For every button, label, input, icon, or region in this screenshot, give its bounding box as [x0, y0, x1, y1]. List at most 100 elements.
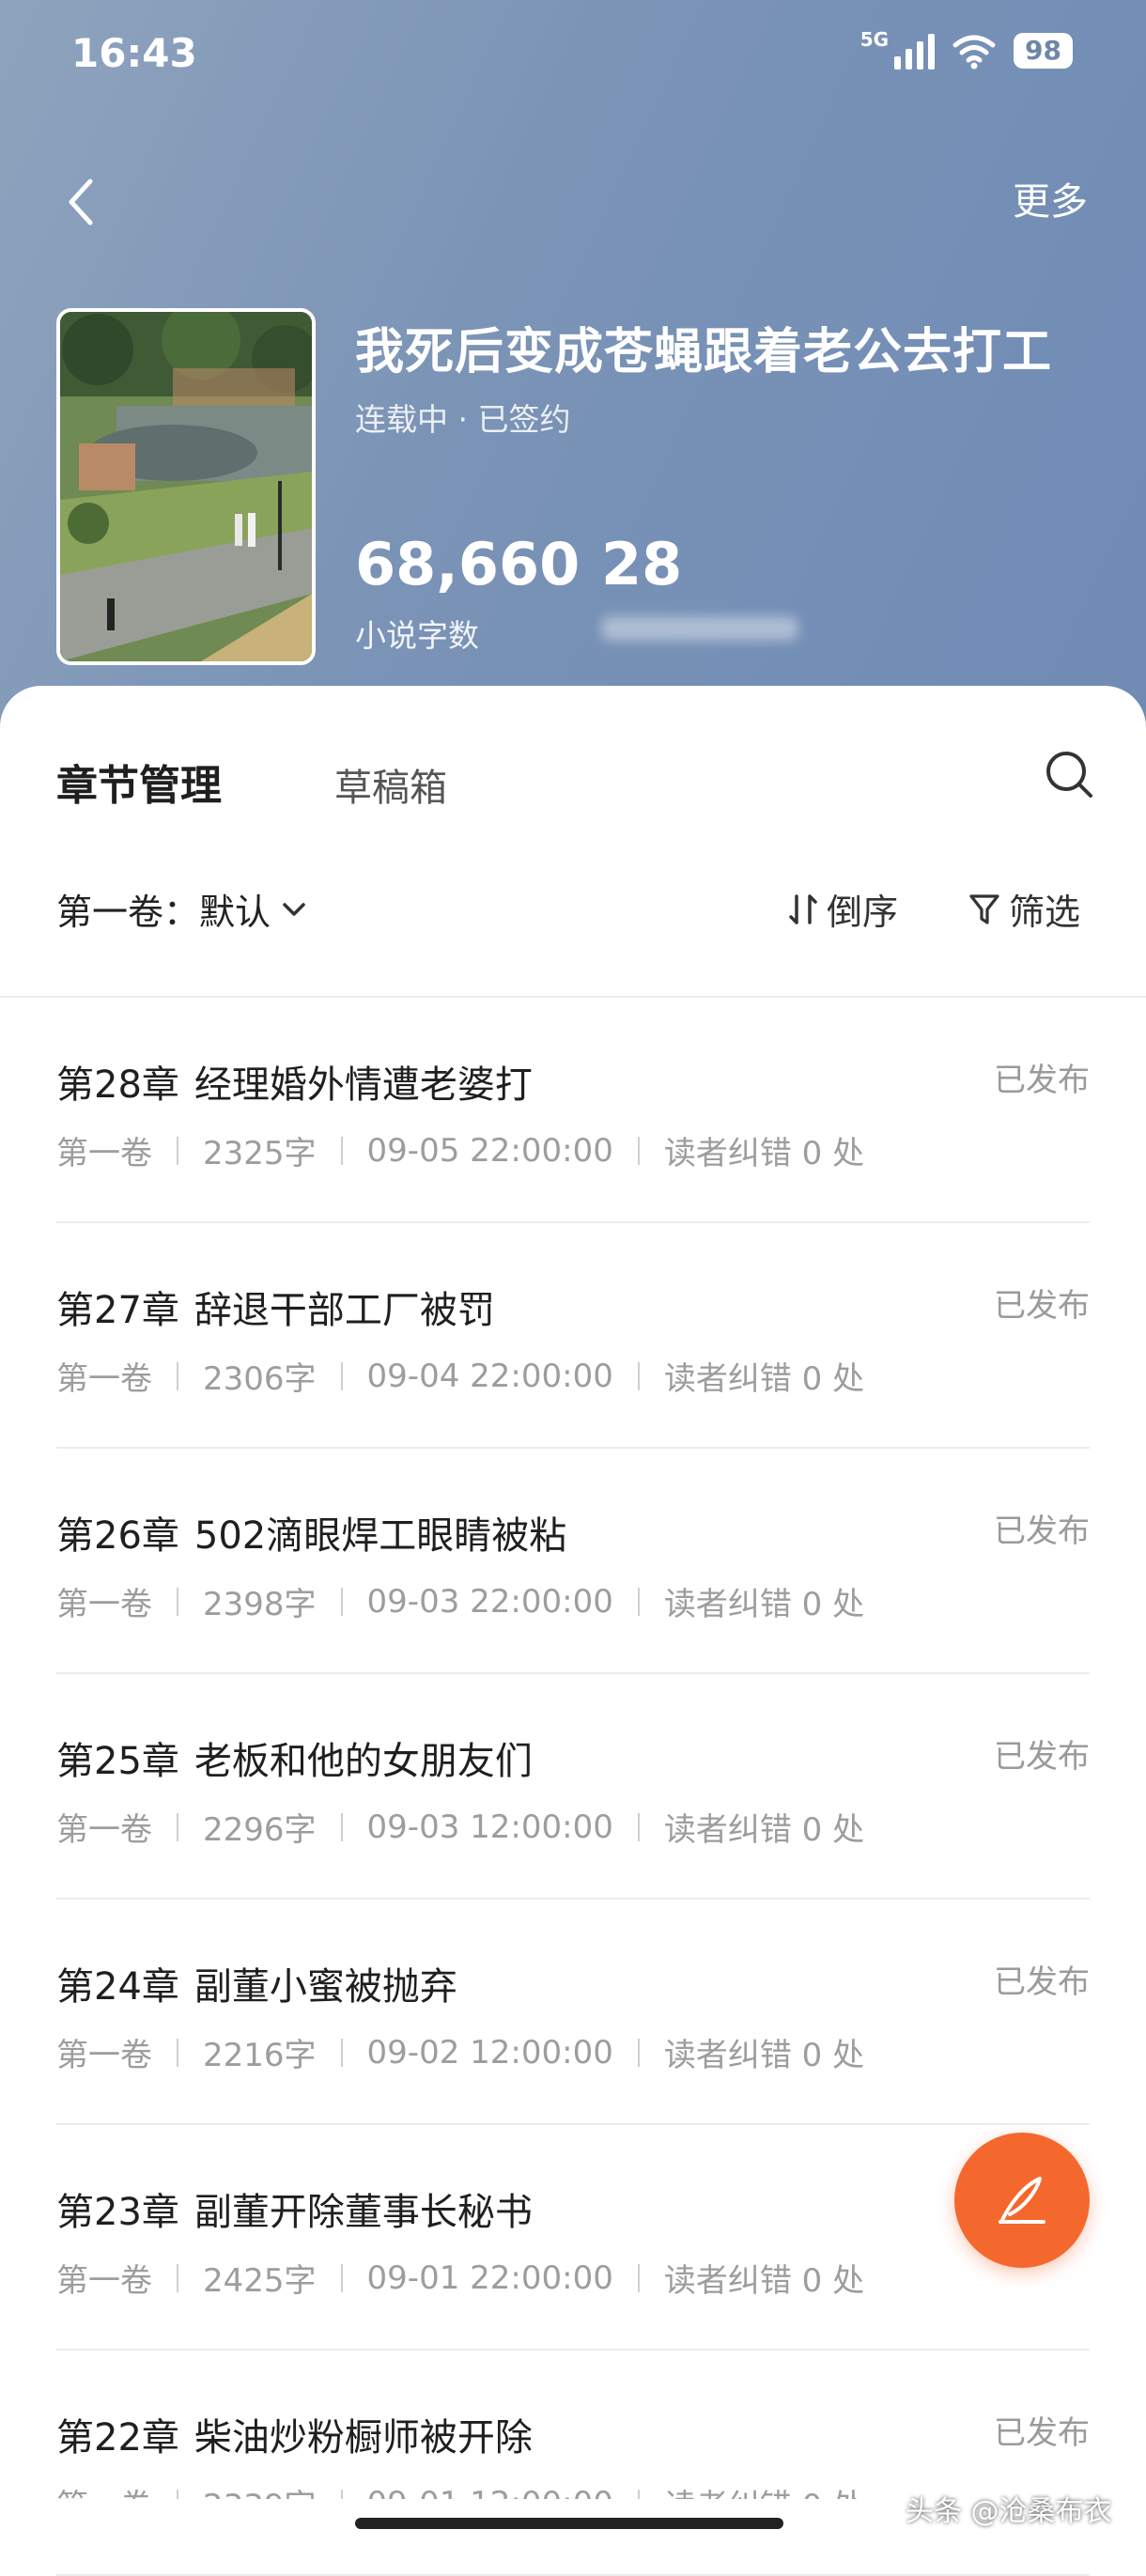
tab-bar: 章节管理 草稿箱	[0, 686, 1146, 810]
meta-separator	[177, 2038, 178, 2067]
chapter-meta: 第一卷 2216字 09-02 12:00:00 读者纠错 0 处	[56, 2029, 864, 2075]
chapter-list: 第28章 经理婚外情遭老婆打 已发布 第一卷 2325字 09-05 22:00:…	[0, 998, 1146, 2576]
chapter-status: 已发布	[994, 1738, 1090, 1776]
chapter-volume: 第一卷	[56, 2262, 152, 2300]
meta-separator	[637, 1136, 640, 1165]
chapter-item[interactable]: 第26章 502滴眼焊工眼睛被粘 已发布 第一卷 2398字 09-03 22:0…	[56, 1449, 1090, 1674]
chapter-meta: 第一卷 2296字 09-03 12:00:00 读者纠错 0 处	[56, 1804, 864, 1850]
chapter-number: 第28章	[56, 1063, 179, 1107]
tab-chapter-management[interactable]: 章节管理	[56, 752, 222, 812]
cover-image	[60, 312, 312, 661]
chapter-publish-time: 09-03 12:00:00	[366, 1808, 613, 1846]
meta-separator	[637, 2263, 640, 2292]
chapter-title: 第28章 经理婚外情遭老婆打	[56, 1054, 533, 1109]
meta-separator	[177, 1587, 178, 1616]
filter-button[interactable]: 筛选	[968, 883, 1080, 935]
chapter-publish-time: 09-03 22:00:00	[366, 1582, 613, 1621]
chapter-title: 第23章 副董开除董事长秘书	[56, 2181, 533, 2236]
chapter-reader-errors: 读者纠错 0 处	[663, 1135, 865, 1172]
volume-select[interactable]: 第一卷：默认	[56, 883, 310, 935]
chapter-title: 第25章 老板和他的女朋友们	[56, 1730, 533, 1785]
status-bar: 16:43 5G 98	[0, 0, 1146, 113]
tab-drafts[interactable]: 草稿箱	[334, 757, 447, 812]
chapter-count-stat: 28	[601, 535, 808, 652]
chapter-volume: 第一卷	[56, 1811, 152, 1849]
chapter-status: 已发布	[994, 1062, 1090, 1099]
search-button[interactable]	[1041, 746, 1097, 802]
chapter-word-count: 2296字	[203, 1811, 317, 1849]
chapter-item[interactable]: 第28章 经理婚外情遭老婆打 已发布 第一卷 2325字 09-05 22:00:…	[56, 998, 1090, 1223]
chapter-item[interactable]: 第25章 老板和他的女朋友们 已发布 第一卷 2296字 09-03 12:00:…	[56, 1674, 1090, 1900]
more-button[interactable]: 更多	[1013, 171, 1088, 225]
meta-separator	[177, 1812, 178, 1841]
chapter-card: 章节管理 草稿箱 第一卷：默认 倒序 筛选 第28章 经理婚外情遭老婆打 已发布…	[0, 686, 1146, 2576]
chapter-title: 第22章 柴油炒粉橱师被开除	[56, 2407, 533, 2461]
meta-separator	[177, 1361, 178, 1390]
chapter-name: 老板和他的女朋友们	[194, 1740, 533, 1783]
chapter-publish-time: 09-05 22:00:00	[366, 1131, 613, 1170]
back-button[interactable]	[64, 169, 120, 235]
chapter-count-value: 28	[601, 530, 683, 598]
meta-separator	[340, 1587, 343, 1616]
filter-label: 筛选	[1009, 892, 1081, 933]
chapter-count-label-blurred	[601, 611, 808, 652]
home-indicator[interactable]	[355, 2518, 783, 2529]
chapter-word-count: 2216字	[203, 2037, 317, 2074]
chapter-name: 副董小蜜被抛弃	[194, 1965, 457, 2009]
chapter-number: 第26章	[56, 1514, 179, 1558]
chapter-name: 经理婚外情遭老婆打	[194, 1063, 533, 1107]
chapter-item[interactable]: 第23章 副董开除董事长秘书 第一卷 2425字 09-01 22:00:00 读…	[56, 2125, 1090, 2351]
chapter-item[interactable]: 第24章 副董小蜜被抛弃 已发布 第一卷 2216字 09-02 12:00:00…	[56, 1900, 1090, 2125]
word-count-value: 68,660	[355, 530, 581, 598]
chapter-word-count: 2325字	[203, 1135, 317, 1172]
chapter-reader-errors: 读者纠错 0 处	[663, 1586, 865, 1623]
chapter-word-count: 2306字	[203, 1360, 317, 1398]
sort-label: 倒序	[827, 892, 899, 933]
chapter-status: 已发布	[994, 2414, 1090, 2452]
chapter-name: 柴油炒粉橱师被开除	[194, 2416, 533, 2460]
chapter-publish-time: 09-01 22:00:00	[366, 2258, 613, 2297]
meta-separator	[637, 1361, 640, 1390]
chapter-name: 副董开除董事长秘书	[194, 2191, 533, 2234]
meta-separator	[637, 2038, 640, 2067]
chapter-meta: 第一卷 2325字 09-05 22:00:00 读者纠错 0 处	[56, 1127, 864, 1173]
chapter-item[interactable]: 第27章 辞退干部工厂被罚 已发布 第一卷 2306字 09-04 22:00:0…	[56, 1223, 1090, 1449]
chapter-name: 502滴眼焊工眼睛被粘	[194, 1514, 567, 1558]
wifi-icon	[952, 35, 996, 70]
meta-separator	[637, 1587, 640, 1616]
chapter-reader-errors: 读者纠错 0 处	[663, 1811, 865, 1849]
back-arrow-icon	[69, 178, 93, 225]
write-chapter-fab[interactable]	[954, 2133, 1090, 2268]
meta-separator	[177, 1136, 178, 1165]
chapter-number: 第22章	[56, 2416, 179, 2460]
chapter-volume: 第一卷	[56, 2037, 152, 2074]
meta-separator	[340, 1136, 343, 1165]
chapter-status: 已发布	[994, 1513, 1090, 1550]
chapter-meta: 第一卷 2398字 09-03 22:00:00 读者纠错 0 处	[56, 1578, 864, 1624]
watermark: 头条 @沧桑布衣	[906, 2495, 1112, 2528]
chapter-title: 第26章 502滴眼焊工眼睛被粘	[56, 1505, 566, 1560]
search-icon	[1046, 752, 1092, 798]
sort-button[interactable]: 倒序	[787, 883, 898, 935]
chapter-publish-time: 09-02 12:00:00	[366, 2033, 613, 2072]
chapter-number: 第24章	[56, 1965, 179, 2009]
sort-icon	[789, 893, 817, 924]
pen-icon	[999, 2177, 1045, 2224]
book-title: 我死后变成苍蝇跟着老公去打工	[355, 324, 1053, 380]
chapter-volume: 第一卷	[56, 1586, 152, 1623]
chapter-status: 已发布	[994, 1963, 1090, 2001]
status-icons: 5G 98	[860, 28, 1073, 70]
chapter-status: 已发布	[994, 1287, 1090, 1325]
meta-separator	[637, 1812, 640, 1841]
chapter-title: 第27章 辞退干部工厂被罚	[56, 1280, 495, 1334]
meta-separator	[340, 2263, 343, 2292]
book-status: 连载中 · 已签约	[355, 401, 571, 438]
chapter-publish-time: 09-04 22:00:00	[366, 1357, 613, 1395]
filter-row: 第一卷：默认 倒序 筛选	[0, 883, 1146, 949]
chapter-number: 第25章	[56, 1740, 179, 1783]
filter-icon	[969, 893, 999, 924]
chapter-word-count: 2425字	[203, 2262, 317, 2300]
meta-separator	[340, 2038, 343, 2067]
meta-separator	[340, 1361, 343, 1390]
chapter-meta: 第一卷 2306字 09-04 22:00:00 读者纠错 0 处	[56, 1353, 864, 1399]
